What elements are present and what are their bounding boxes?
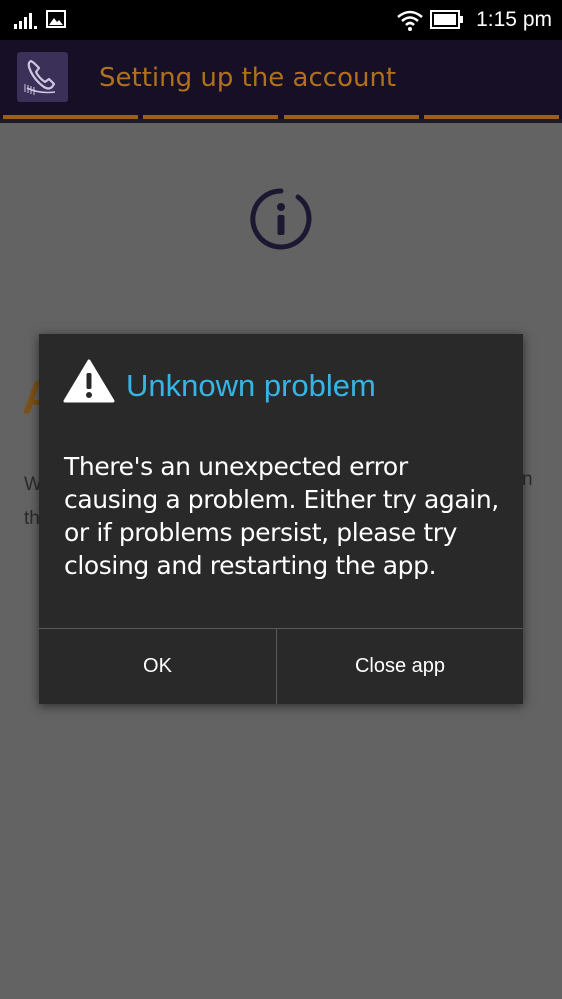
app-logo xyxy=(17,52,68,102)
app-title: Setting up the account xyxy=(99,63,397,93)
dialog-title: Unknown problem xyxy=(126,368,376,403)
gallery-icon xyxy=(46,10,66,28)
wifi-icon xyxy=(397,10,423,31)
app-bar: Setting up the account xyxy=(0,40,562,115)
background-text-right: n xyxy=(522,469,533,490)
close-app-button[interactable]: Close app xyxy=(277,629,523,704)
info-icon xyxy=(250,188,312,250)
signal-icon xyxy=(14,13,37,29)
battery-icon xyxy=(430,10,463,29)
warning-icon xyxy=(63,359,115,403)
status-bar: 1:15 pm xyxy=(0,0,562,40)
phone-icon xyxy=(24,59,56,95)
background-text-left: W th xyxy=(24,468,40,536)
error-dialog: Unknown problem There's an unexpected er… xyxy=(39,334,523,704)
dialog-message: There's an unexpected error causing a pr… xyxy=(64,452,499,580)
status-time: 1:15 pm xyxy=(476,8,552,31)
background-text-left-line-2: th xyxy=(24,508,40,529)
background-text-left-line-1: W xyxy=(24,474,40,495)
appbar-shadow xyxy=(0,119,562,123)
ok-button[interactable]: OK xyxy=(39,629,276,704)
